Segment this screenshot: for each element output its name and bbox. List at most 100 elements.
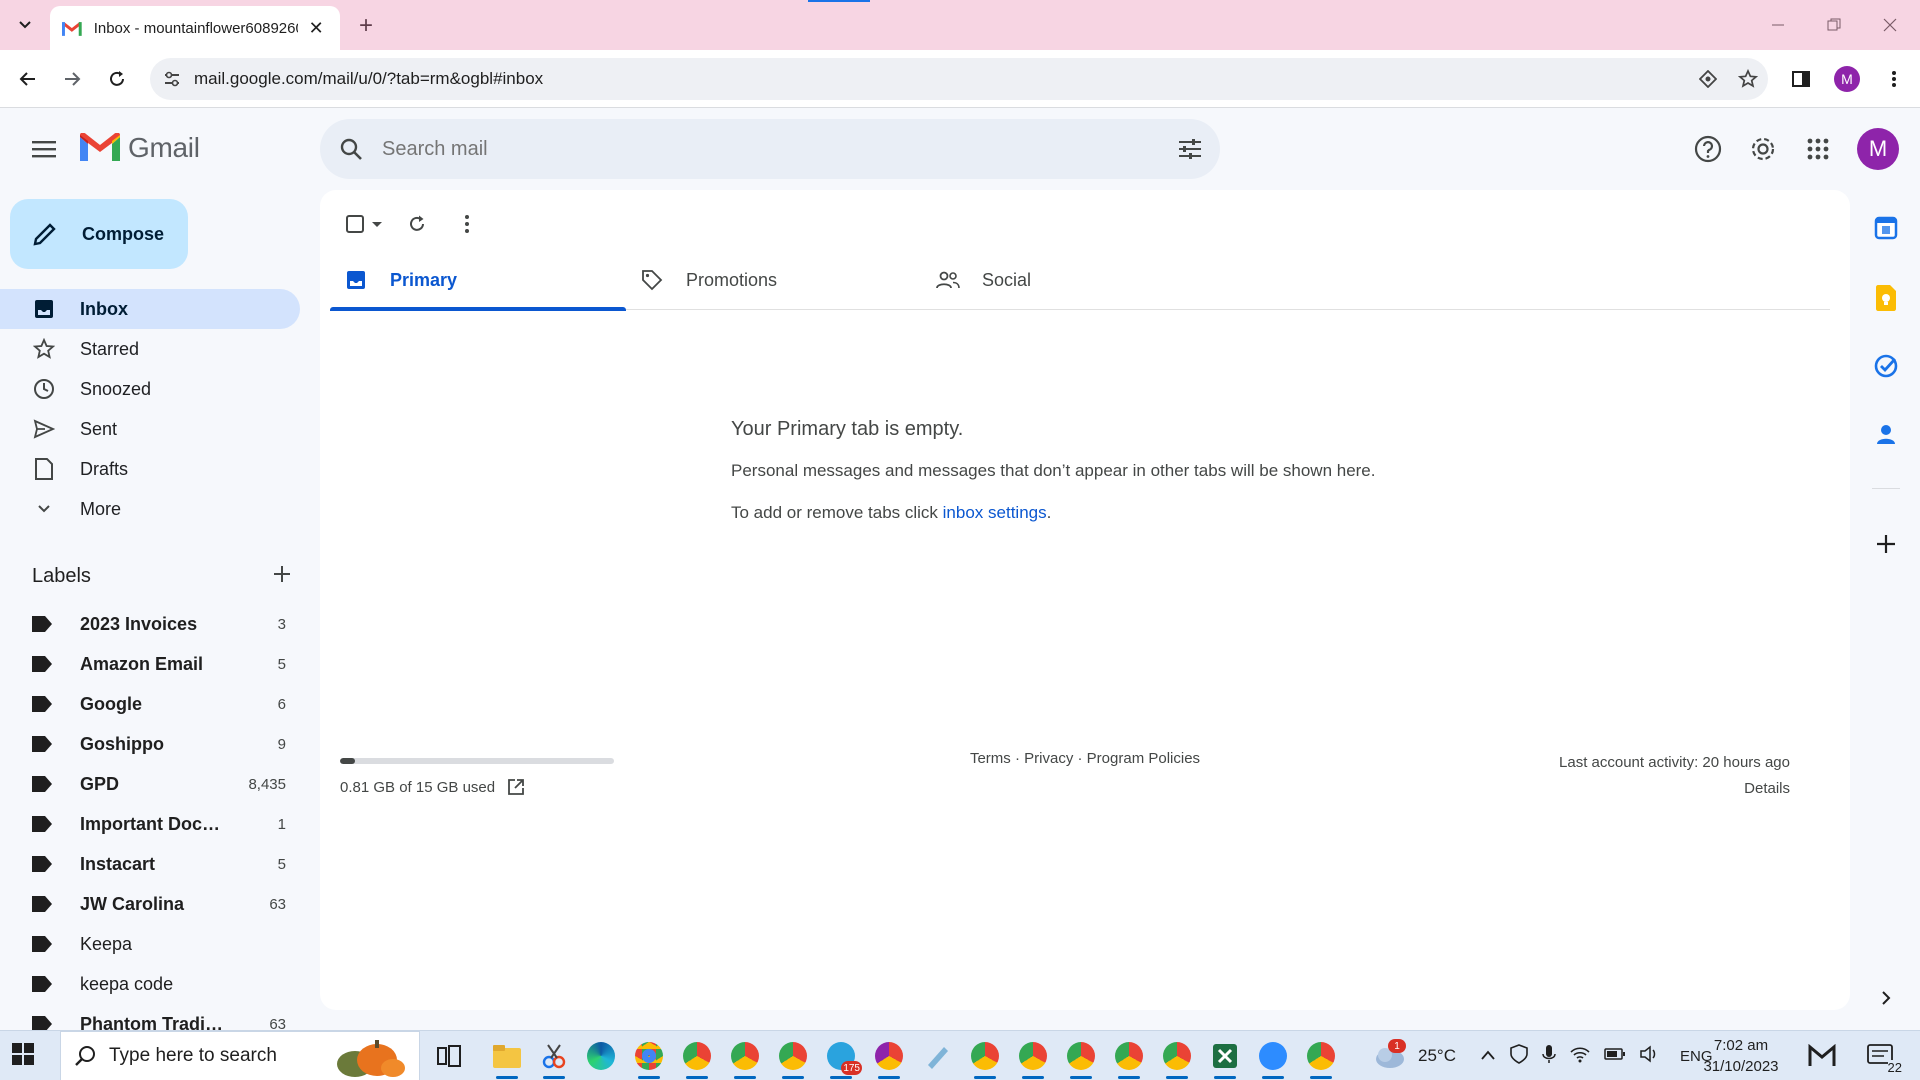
chrome-profile-icon[interactable] xyxy=(776,1039,810,1079)
bookmark-star-icon[interactable] xyxy=(1728,69,1768,89)
notifications-button[interactable]: 22 xyxy=(1866,1031,1902,1080)
gmail-logo[interactable]: Gmail xyxy=(80,132,200,164)
empty-hint-suffix: . xyxy=(1046,503,1052,522)
label-item[interactable]: 2023 Invoices 3 xyxy=(0,604,300,644)
telegram-icon[interactable]: 175 xyxy=(824,1039,862,1079)
calendar-icon[interactable] xyxy=(1868,210,1904,246)
task-view-icon[interactable] xyxy=(432,1039,466,1073)
google-apps-icon[interactable] xyxy=(1798,129,1838,169)
chevron-up-icon[interactable] xyxy=(1480,1046,1496,1066)
windows-start-icon[interactable] xyxy=(10,1041,40,1071)
browser-tab[interactable]: Inbox - mountainflower6089260 ✕ xyxy=(50,6,340,50)
help-icon[interactable] xyxy=(1688,129,1728,169)
label-item[interactable]: GPD 8,435 xyxy=(0,764,300,804)
file-explorer-icon[interactable] xyxy=(490,1039,524,1079)
main-menu-button[interactable] xyxy=(24,129,64,169)
get-addons-icon[interactable] xyxy=(1868,526,1904,562)
chevron-right-icon[interactable] xyxy=(1868,980,1904,1016)
refresh-button[interactable] xyxy=(392,204,442,244)
nav-item-more[interactable]: More xyxy=(0,489,300,529)
notepad-icon[interactable] xyxy=(920,1039,954,1073)
terms-link[interactable]: Terms xyxy=(970,750,1011,767)
chrome-profile-icon[interactable] xyxy=(1016,1039,1050,1079)
chrome-profile-icon[interactable] xyxy=(1160,1039,1194,1079)
tab-label: Promotions xyxy=(686,269,778,290)
minimize-icon[interactable] xyxy=(1758,10,1798,40)
label-item[interactable]: Goshippo 9 xyxy=(0,724,300,764)
nav-item-starred[interactable]: Starred xyxy=(0,329,300,369)
reload-button[interactable] xyxy=(101,63,133,95)
search-bar[interactable] xyxy=(320,119,1220,179)
chrome-icon[interactable] xyxy=(1304,1039,1338,1079)
search-options-icon[interactable] xyxy=(1160,138,1220,160)
nav-item-drafts[interactable]: Drafts xyxy=(0,449,300,489)
privacy-link[interactable]: Privacy xyxy=(1024,750,1073,767)
open-in-new-icon[interactable] xyxy=(507,778,525,796)
nav-item-snoozed[interactable]: Snoozed xyxy=(0,369,300,409)
tab-promotions[interactable]: Promotions xyxy=(626,250,922,310)
side-panel-button[interactable] xyxy=(1785,63,1817,95)
battery-icon[interactable] xyxy=(1604,1046,1626,1066)
browser-profile-avatar[interactable]: M xyxy=(1834,66,1860,92)
gmail-tray-icon[interactable] xyxy=(1808,1031,1836,1080)
chrome-profile-icon[interactable] xyxy=(1112,1039,1146,1079)
search-input[interactable] xyxy=(382,137,1160,161)
excel-icon[interactable] xyxy=(1208,1039,1242,1079)
zoom-icon[interactable] xyxy=(1256,1039,1290,1079)
inbox-settings-link[interactable]: inbox settings xyxy=(943,503,1047,522)
volume-icon[interactable] xyxy=(1640,1044,1660,1068)
label-count: 3 xyxy=(277,615,286,633)
edge-browser-icon[interactable] xyxy=(584,1039,618,1073)
label-item[interactable]: Instacart 5 xyxy=(0,844,300,884)
weather-widget[interactable]: 1 25°C xyxy=(1372,1031,1456,1080)
tab-search-button[interactable] xyxy=(8,8,42,42)
account-avatar[interactable]: M xyxy=(1857,128,1899,170)
chrome-profile-icon[interactable] xyxy=(968,1039,1002,1079)
chrome-profile-icon[interactable] xyxy=(1064,1039,1098,1079)
keep-icon[interactable] xyxy=(1868,280,1904,316)
back-button[interactable] xyxy=(12,63,44,95)
label-item[interactable]: JW Carolina 63 xyxy=(0,884,300,924)
taskbar-search[interactable] xyxy=(60,1031,420,1080)
password-manager-icon[interactable] xyxy=(1688,70,1728,88)
address-bar[interactable]: mail.google.com/mail/u/0/?tab=rm&ogbl#in… xyxy=(150,58,1768,100)
search-icon[interactable] xyxy=(320,137,382,161)
close-tab-icon[interactable]: ✕ xyxy=(304,16,328,40)
site-info-icon[interactable] xyxy=(150,70,194,88)
taskbar-search-input[interactable] xyxy=(109,1045,309,1067)
label-item[interactable]: Amazon Email 5 xyxy=(0,644,300,684)
browser-menu-button[interactable] xyxy=(1878,63,1910,95)
tab-social[interactable]: Social xyxy=(922,250,1218,310)
wifi-icon[interactable] xyxy=(1570,1045,1590,1068)
microphone-icon[interactable] xyxy=(1542,1044,1556,1069)
label-item[interactable]: Phantom Trading 63 xyxy=(0,1004,300,1030)
tasks-icon[interactable] xyxy=(1868,348,1904,384)
label-item[interactable]: Keepa xyxy=(0,924,300,964)
label-item[interactable]: Important Docume... 1 xyxy=(0,804,300,844)
chrome-profile-icon[interactable] xyxy=(632,1039,666,1079)
more-actions-button[interactable] xyxy=(442,204,492,244)
tab-label: Primary xyxy=(390,269,458,290)
taskbar-clock[interactable]: 7:02 am 31/10/2023 xyxy=(1696,1035,1786,1077)
nav-item-inbox[interactable]: Inbox xyxy=(0,289,300,329)
label-item[interactable]: keepa code xyxy=(0,964,300,1004)
chrome-profile-icon[interactable] xyxy=(680,1039,714,1079)
contacts-icon[interactable] xyxy=(1868,416,1904,452)
settings-gear-icon[interactable] xyxy=(1743,129,1783,169)
chrome-profile-icon[interactable] xyxy=(872,1039,906,1079)
restore-icon[interactable] xyxy=(1814,10,1854,40)
add-label-icon[interactable] xyxy=(272,564,292,589)
tab-primary[interactable]: Primary xyxy=(330,250,626,311)
details-link[interactable]: Details xyxy=(1559,776,1790,802)
nav-item-sent[interactable]: Sent xyxy=(0,409,300,449)
security-icon[interactable] xyxy=(1510,1043,1528,1069)
close-window-icon[interactable] xyxy=(1870,10,1910,40)
new-tab-button[interactable]: + xyxy=(352,12,380,40)
program-policies-link[interactable]: Program Policies xyxy=(1087,750,1200,767)
chrome-profile-icon[interactable] xyxy=(728,1039,762,1079)
label-item[interactable]: Google 6 xyxy=(0,684,300,724)
snipping-tool-icon[interactable] xyxy=(537,1039,571,1079)
forward-button[interactable] xyxy=(56,63,88,95)
compose-button[interactable]: Compose xyxy=(10,199,188,269)
select-all-checkbox[interactable] xyxy=(336,204,392,244)
